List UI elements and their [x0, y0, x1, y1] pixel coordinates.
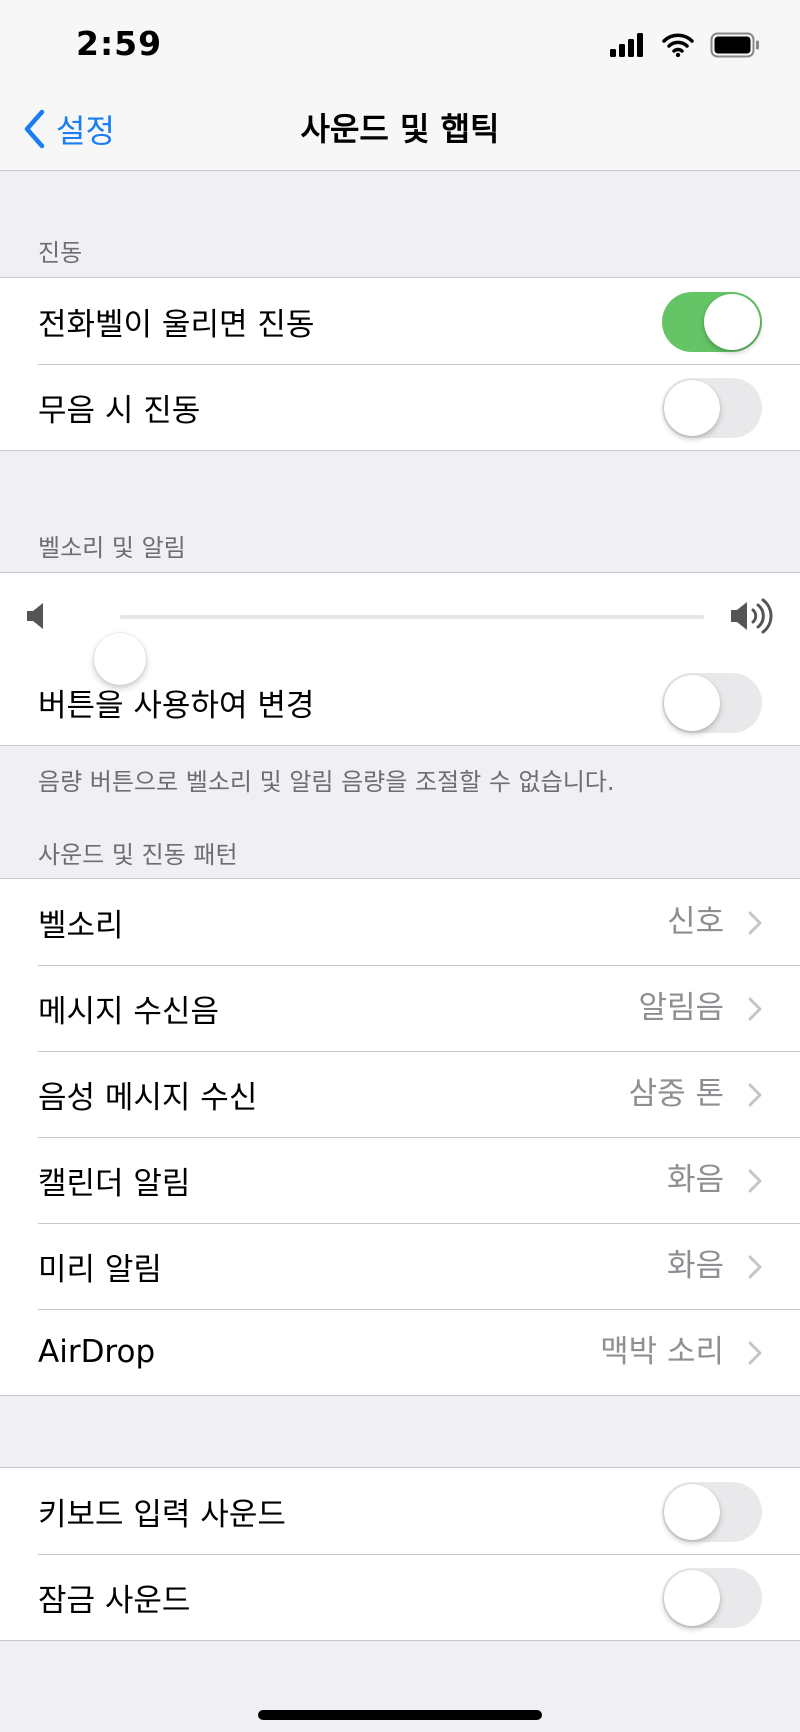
page-title: 사운드 및 햅틱 [300, 110, 500, 148]
list-item-ringtone[interactable]: 벨소리 신호 [0, 879, 800, 965]
patterns-group: 벨소리 신호 메시지 수신음 알림음 음성 메시지 수신 삼중 톤 캘린더 알림… [0, 878, 800, 1396]
keyboard-clicks-toggle[interactable] [662, 1482, 762, 1542]
row-label: AirDrop [38, 1334, 156, 1370]
row-value: 알림음 [638, 990, 724, 1026]
list-item-change-with-buttons: 버튼을 사용하여 변경 [0, 659, 800, 745]
section-header-patterns: 사운드 및 진동 패턴 [38, 841, 238, 869]
lock-sound-toggle[interactable] [662, 1568, 762, 1628]
toggle-knob [664, 675, 720, 731]
list-item-calendar-alerts[interactable]: 캘린더 알림 화음 [0, 1137, 800, 1223]
row-label: 키보드 입력 사운드 [38, 1496, 286, 1533]
row-label: 음성 메시지 수신 [38, 1079, 258, 1116]
toggle-knob [664, 380, 720, 436]
row-value: 맥박 소리 [600, 1334, 724, 1370]
list-item-keyboard-clicks: 키보드 입력 사운드 [0, 1468, 800, 1554]
row-label: 잠금 사운드 [38, 1582, 191, 1619]
row-value: 삼중 톤 [628, 1076, 724, 1112]
status-time: 2:59 [76, 24, 163, 63]
wifi-icon [662, 33, 694, 57]
status-bar: 2:59 [0, 0, 800, 88]
ringer-volume-slider-row [0, 573, 800, 685]
home-indicator [258, 1710, 542, 1720]
list-item-vibrate-on-ring: 전화벨이 울리면 진동 [0, 278, 800, 364]
change-with-buttons-toggle[interactable] [662, 673, 762, 733]
row-label: 미리 알림 [38, 1251, 162, 1288]
vibrate-on-ring-toggle[interactable] [662, 292, 762, 352]
toggle-knob [664, 1484, 720, 1540]
chevron-right-icon [748, 997, 762, 1021]
row-label: 버튼을 사용하여 변경 [38, 687, 315, 724]
chevron-right-icon [748, 1083, 762, 1107]
list-item-airdrop[interactable]: AirDrop 맥박 소리 [0, 1309, 800, 1395]
chevron-right-icon [748, 911, 762, 935]
toggle-knob [704, 294, 760, 350]
chevron-right-icon [748, 1341, 762, 1365]
toggle-knob [664, 1570, 720, 1626]
battery-icon [710, 32, 759, 58]
status-icons [610, 30, 760, 60]
speaker-high-icon [731, 598, 773, 634]
list-item-lock-sound: 잠금 사운드 [0, 1554, 800, 1640]
row-value: 신호 [666, 904, 724, 940]
navigation-bar: 설정 사운드 및 햅틱 [0, 88, 800, 171]
ringer-group: 버튼을 사용하여 변경 [0, 572, 800, 746]
chevron-right-icon [748, 1169, 762, 1193]
system-sounds-group: 키보드 입력 사운드 잠금 사운드 [0, 1467, 800, 1641]
signal-icon [610, 33, 643, 57]
section-header-ringer: 벨소리 및 알림 [38, 534, 186, 562]
list-item-reminder-alerts[interactable]: 미리 알림 화음 [0, 1223, 800, 1309]
ringer-footer-note: 음량 버튼으로 벨소리 및 알림 음량을 조절할 수 없습니다. [38, 768, 615, 796]
list-item-new-voicemail[interactable]: 음성 메시지 수신 삼중 톤 [0, 1051, 800, 1137]
speaker-low-icon [27, 603, 43, 629]
vibration-group: 전화벨이 울리면 진동 무음 시 진동 [0, 277, 800, 451]
ringer-volume-slider[interactable] [94, 615, 704, 685]
row-value: 화음 [666, 1162, 724, 1198]
list-item-vibrate-on-silent: 무음 시 진동 [0, 364, 800, 450]
row-label: 캘린더 알림 [38, 1165, 191, 1202]
row-label: 메시지 수신음 [38, 993, 219, 1030]
section-header-vibration: 진동 [38, 239, 83, 267]
chevron-right-icon [748, 1255, 762, 1279]
row-value: 화음 [666, 1248, 724, 1284]
row-label: 벨소리 [38, 907, 124, 944]
list-item-text-tone[interactable]: 메시지 수신음 알림음 [0, 965, 800, 1051]
row-label: 무음 시 진동 [38, 392, 201, 429]
row-label: 전화벨이 울리면 진동 [38, 306, 315, 343]
vibrate-on-silent-toggle[interactable] [662, 378, 762, 438]
